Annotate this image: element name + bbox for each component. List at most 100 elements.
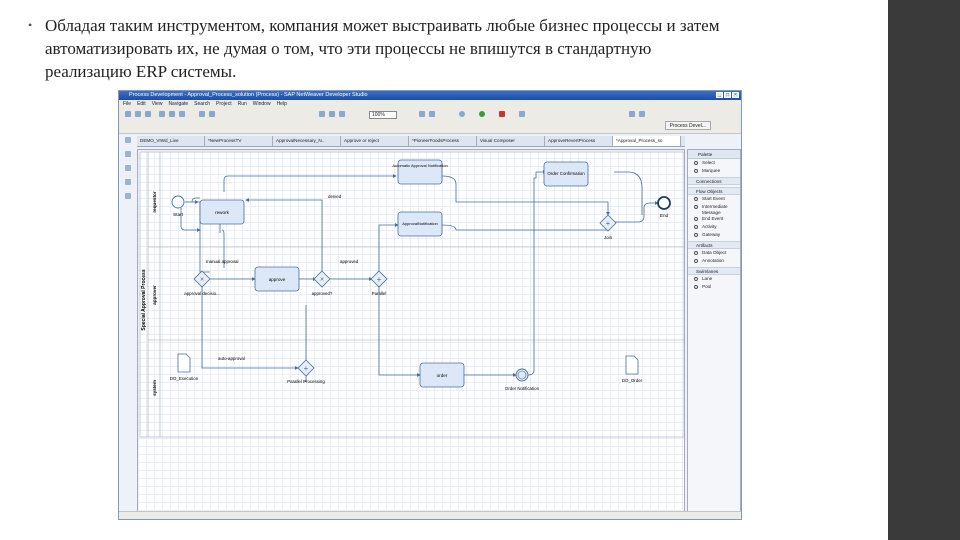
- paste-icon[interactable]: [179, 111, 185, 117]
- print-icon[interactable]: [145, 111, 151, 117]
- palette-item-label: Marquee: [702, 168, 721, 173]
- gateway-join-label: Join: [604, 235, 613, 240]
- slide-bullet-text: • Обладая таким инструментом, компания м…: [28, 14, 728, 83]
- palette-section-swimlanes[interactable]: Swimlanes: [688, 267, 740, 275]
- problems-icon[interactable]: [125, 193, 131, 199]
- palette-item-label: Lane: [702, 276, 713, 281]
- menu-search[interactable]: Search: [194, 100, 210, 108]
- tab-approval-necessary[interactable]: ApprovalNecessary_N..: [273, 136, 341, 146]
- status-bar: [119, 511, 741, 519]
- menu-edit[interactable]: Edit: [137, 100, 146, 108]
- debug-icon[interactable]: [459, 111, 465, 117]
- menu-file[interactable]: File: [123, 100, 131, 108]
- console-icon[interactable]: [125, 179, 131, 185]
- gateway-approved-label: approved?: [312, 291, 333, 296]
- palette-gateway[interactable]: Gateway: [688, 231, 740, 239]
- close-icon[interactable]: ×: [732, 92, 739, 98]
- tab-approval-process[interactable]: *Approval_Process_so: [613, 136, 681, 146]
- data-object-icon[interactable]: [625, 355, 639, 375]
- palette-item-label: Activity: [702, 224, 717, 229]
- task-order-label: order: [437, 373, 448, 378]
- layout-icon[interactable]: [329, 111, 335, 117]
- minimize-icon[interactable]: _: [716, 92, 723, 98]
- palette-pool[interactable]: Pool: [688, 283, 740, 291]
- maximize-icon[interactable]: □: [724, 92, 731, 98]
- gateway-join[interactable]: +: [599, 214, 617, 232]
- data-object-icon[interactable]: [177, 353, 191, 373]
- lane-label-requestor: requestor: [152, 191, 157, 212]
- undo-icon[interactable]: [199, 111, 205, 117]
- tab-demo[interactable]: DEMO_VIWd_Live: [137, 136, 205, 146]
- pool-icon: [694, 285, 698, 289]
- redo-icon[interactable]: [209, 111, 215, 117]
- palette-intermediate-message[interactable]: Intermediate Message: [688, 203, 740, 215]
- tab-visual-composer[interactable]: Visual Composer: [477, 136, 545, 146]
- palette-section-connections[interactable]: Connections: [688, 177, 740, 185]
- copy-icon[interactable]: [169, 111, 175, 117]
- slide-side-bar: [888, 0, 960, 540]
- gateway-parallel[interactable]: +: [370, 270, 388, 288]
- menu-window[interactable]: Window: [253, 100, 271, 108]
- forward-icon[interactable]: [639, 111, 645, 117]
- parallel-gateway-icon: +: [377, 275, 382, 284]
- task-order-confirmation-label: Order Confirmation: [547, 171, 585, 176]
- palette-annotation[interactable]: Annotation: [688, 257, 740, 265]
- order-notification-label: Order Notification: [505, 386, 540, 391]
- palette-section-artifacts[interactable]: Artifacts: [688, 241, 740, 249]
- menu-run[interactable]: Run: [238, 100, 247, 108]
- gateway-parallel-processing[interactable]: +: [297, 359, 315, 377]
- save-icon[interactable]: [135, 111, 141, 117]
- end-label: End: [660, 213, 669, 218]
- zoom-in-icon[interactable]: [419, 111, 425, 117]
- menu-view[interactable]: View: [152, 100, 163, 108]
- process-canvas[interactable]: Special Approval Process requestor appro…: [137, 149, 685, 517]
- external-tools-icon[interactable]: [499, 111, 505, 117]
- tab-new-process[interactable]: *NewProcessTV: [205, 136, 273, 146]
- outline-icon[interactable]: [125, 137, 131, 143]
- back-icon[interactable]: [629, 111, 635, 117]
- grid-icon[interactable]: [339, 111, 345, 117]
- palette-end-event[interactable]: End Event: [688, 215, 740, 223]
- tab-approve-revert[interactable]: ApproveRevertProcess: [545, 136, 613, 146]
- palette-start-event[interactable]: Start Event: [688, 195, 740, 203]
- palette-section-flow-objects[interactable]: Flow Objects: [688, 187, 740, 195]
- gateway-approval-decision-label: approval decisio...: [184, 291, 219, 296]
- run-icon[interactable]: [479, 111, 485, 117]
- zoom-out-icon[interactable]: [429, 111, 435, 117]
- palette-marquee-tool[interactable]: Marquee: [688, 167, 740, 175]
- end-event-icon[interactable]: [657, 196, 671, 210]
- gateway-approved-question[interactable]: ×: [313, 270, 331, 288]
- palette-item-label: Pool: [702, 284, 712, 289]
- new-icon[interactable]: [125, 111, 131, 117]
- app-window: Process Development - Approval_Process_s…: [118, 90, 742, 520]
- menu-project[interactable]: Project: [216, 100, 232, 108]
- properties-icon[interactable]: [125, 165, 131, 171]
- menu-navigate[interactable]: Navigate: [168, 100, 188, 108]
- gateway-approval-decision[interactable]: ×: [193, 270, 211, 288]
- slide-paragraph: Обладая таким инструментом, компания мож…: [45, 16, 720, 81]
- perspective-switcher[interactable]: Process Devel...: [664, 121, 711, 130]
- task-auto-notification-label: Automatic Approval Notification: [392, 163, 447, 168]
- flow-label-manual: manual approval: [206, 259, 238, 264]
- palette-select-tool[interactable]: Select: [688, 159, 740, 167]
- palette-activity[interactable]: Activity: [688, 223, 740, 231]
- data-object-icon: [694, 251, 698, 255]
- start-event-icon[interactable]: [171, 195, 185, 209]
- palette-lane[interactable]: Lane: [688, 275, 740, 283]
- palette-data-object[interactable]: Data Object: [688, 249, 740, 257]
- task-approval-notification-label: ApprovalNotification: [402, 221, 438, 226]
- palette-item-label: End Event: [702, 216, 724, 221]
- search-icon[interactable]: [519, 111, 525, 117]
- exclusive-gateway-icon: ×: [200, 277, 204, 284]
- navigator-icon[interactable]: [125, 151, 131, 157]
- palette-item-label: Select: [702, 160, 715, 165]
- window-titlebar: Process Development - Approval_Process_s…: [119, 91, 741, 100]
- tab-pioneer-foods[interactable]: *PioneerFoodsProcess: [409, 136, 477, 146]
- menu-bar: File Edit View Navigate Search Project R…: [119, 100, 741, 108]
- tab-approve-reject[interactable]: Approve or reject: [341, 136, 409, 146]
- zoom-select[interactable]: 100%: [369, 111, 397, 119]
- toolbar: 100% Process Devel...: [119, 108, 741, 134]
- cut-icon[interactable]: [159, 111, 165, 117]
- align-icon[interactable]: [319, 111, 325, 117]
- menu-help[interactable]: Help: [277, 100, 287, 108]
